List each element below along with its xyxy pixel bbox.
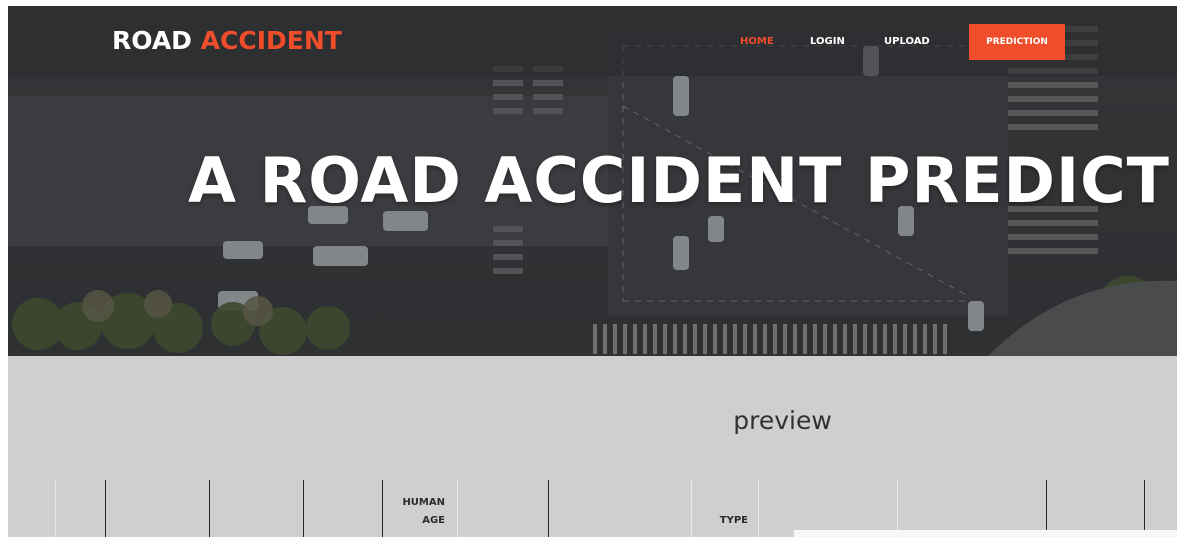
header-line: TYPE: [719, 515, 748, 526]
header-line: AGE: [422, 515, 445, 526]
column-divider: [758, 480, 759, 537]
column-divider: [457, 480, 458, 537]
column-divider: [1046, 480, 1047, 537]
scroll-area: [794, 530, 1177, 537]
column-divider: [897, 480, 898, 537]
brand-logo[interactable]: ROAD ACCIDENT: [112, 26, 342, 55]
column-divider: [382, 480, 383, 537]
nav-upload-link[interactable]: UPLOAD: [884, 36, 930, 47]
hero-section: ROAD ACCIDENT HOME LOGIN UPLOAD PREDICTI…: [8, 6, 1177, 356]
column-divider: [1144, 480, 1145, 537]
column-divider: [105, 480, 106, 537]
column-divider: [303, 480, 304, 537]
table-header-human-age[interactable]: HUMAN AGE: [388, 494, 445, 530]
hero-title: A ROAD ACCIDENT PREDICT: [188, 144, 1170, 217]
table-header-type[interactable]: TYPE: [698, 512, 748, 530]
preview-heading: preview: [733, 406, 832, 435]
prediction-button[interactable]: PREDICTION: [969, 24, 1065, 60]
column-divider: [55, 480, 56, 537]
page: ROAD ACCIDENT HOME LOGIN UPLOAD PREDICTI…: [8, 6, 1177, 537]
brand-text-accident: ACCIDENT: [200, 26, 342, 55]
brand-text-road: ROAD: [112, 26, 192, 55]
header-line: HUMAN: [402, 497, 445, 508]
preview-table-header: HUMAN AGE TYPE: [8, 480, 1177, 537]
preview-section: preview HUMAN AGE TYPE: [8, 356, 1177, 537]
column-divider: [691, 480, 692, 537]
nav-login-link[interactable]: LOGIN: [810, 36, 845, 47]
navbar: ROAD ACCIDENT HOME LOGIN UPLOAD PREDICTI…: [8, 6, 1177, 76]
column-divider: [548, 480, 549, 537]
nav-home-link[interactable]: HOME: [740, 36, 774, 47]
column-divider: [209, 480, 210, 537]
